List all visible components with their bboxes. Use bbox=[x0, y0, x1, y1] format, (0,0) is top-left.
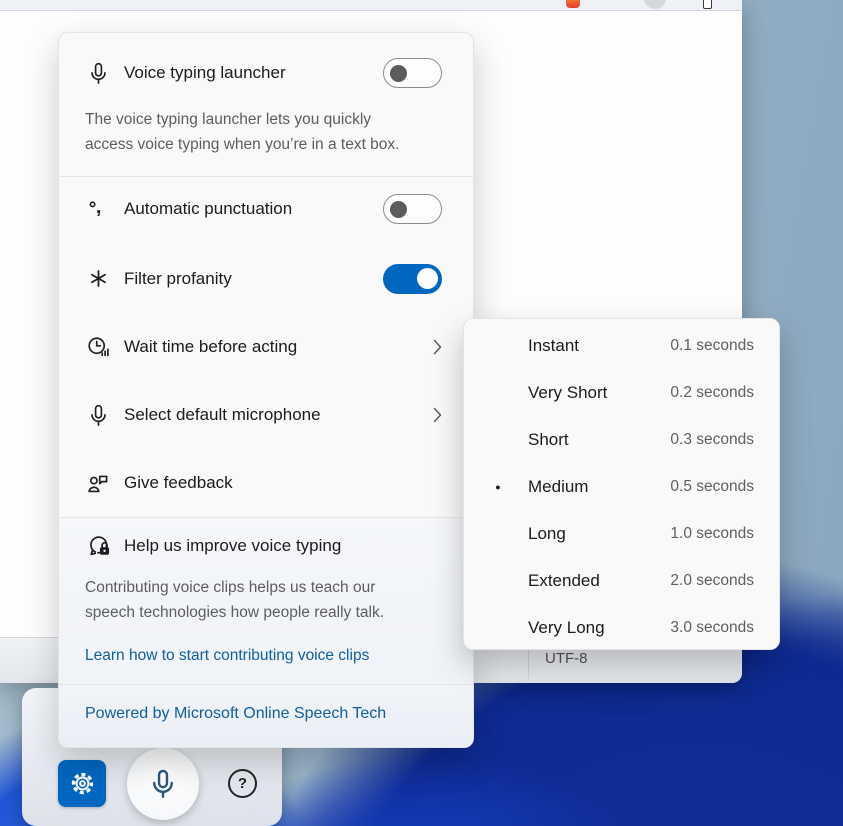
submenu-item-extended[interactable]: Extended 2.0 seconds bbox=[464, 557, 779, 604]
clock-wait-icon bbox=[85, 335, 112, 360]
submenu-item-value: 0.3 seconds bbox=[670, 431, 754, 449]
wait-time-label: Wait time before acting bbox=[124, 337, 297, 357]
toggle-knob bbox=[417, 268, 438, 289]
submenu-item-very-long[interactable]: Very Long 3.0 seconds bbox=[464, 604, 779, 651]
give-feedback-label: Give feedback bbox=[124, 473, 233, 493]
submenu-item-value: 0.2 seconds bbox=[670, 384, 754, 402]
screen: UTF-8 ? bbox=[0, 0, 843, 826]
help-improve-label: Help us improve voice typing bbox=[124, 536, 341, 556]
row-voice-typing-launcher[interactable]: Voice typing launcher bbox=[59, 45, 473, 101]
submenu-item-label: Very Short bbox=[528, 383, 607, 403]
submenu-item-very-short[interactable]: Very Short 0.2 seconds bbox=[464, 369, 779, 416]
launcher-description: The voice typing launcher lets you quick… bbox=[85, 108, 417, 157]
launcher-toggle[interactable] bbox=[383, 58, 442, 88]
filter-profanity-label: Filter profanity bbox=[124, 269, 232, 289]
row-automatic-punctuation[interactable]: , Automatic punctuation bbox=[59, 179, 473, 239]
microphone-icon bbox=[85, 403, 112, 428]
powered-by-link[interactable]: Powered by Microsoft Online Speech Tech bbox=[85, 705, 386, 723]
submenu-item-long[interactable]: Long 1.0 seconds bbox=[464, 510, 779, 557]
encoding-label: UTF-8 bbox=[545, 650, 588, 667]
voice-typing-mic-button[interactable] bbox=[127, 748, 199, 820]
submenu-item-value: 1.0 seconds bbox=[670, 525, 754, 543]
microphone-icon bbox=[146, 767, 180, 801]
filter-profanity-toggle[interactable] bbox=[383, 264, 442, 294]
row-wait-time[interactable]: Wait time before acting bbox=[59, 317, 473, 377]
submenu-item-value: 0.1 seconds bbox=[670, 337, 754, 355]
submenu-item-short[interactable]: Short 0.3 seconds bbox=[464, 416, 779, 463]
wait-time-submenu: Instant 0.1 seconds Very Short 0.2 secon… bbox=[463, 318, 780, 650]
row-give-feedback[interactable]: Give feedback bbox=[59, 453, 473, 513]
submenu-item-label: Short bbox=[528, 430, 569, 450]
submenu-item-instant[interactable]: Instant 0.1 seconds bbox=[464, 322, 779, 369]
toolbar-menu-icon[interactable] bbox=[703, 0, 712, 9]
select-microphone-label: Select default microphone bbox=[124, 405, 321, 425]
automatic-punctuation-toggle[interactable] bbox=[383, 194, 442, 224]
help-button[interactable]: ? bbox=[228, 769, 257, 798]
avatar[interactable] bbox=[644, 0, 666, 9]
selected-bullet: ● bbox=[490, 482, 506, 492]
submenu-item-label: Medium bbox=[528, 477, 588, 497]
microphone-icon bbox=[85, 61, 112, 86]
submenu-item-label: Instant bbox=[528, 336, 579, 356]
submenu-item-label: Long bbox=[528, 524, 566, 544]
asterisk-icon bbox=[85, 267, 112, 292]
row-select-microphone[interactable]: Select default microphone bbox=[59, 385, 473, 445]
row-filter-profanity[interactable]: Filter profanity bbox=[59, 249, 473, 309]
speech-lock-icon bbox=[85, 533, 112, 559]
voice-typing-settings-popup: Voice typing launcher The voice typing l… bbox=[58, 32, 474, 748]
automatic-punctuation-label: Automatic punctuation bbox=[124, 199, 292, 219]
row-help-improve[interactable]: Help us improve voice typing bbox=[59, 520, 473, 572]
submenu-item-label: Extended bbox=[528, 571, 600, 591]
submenu-item-value: 3.0 seconds bbox=[670, 619, 754, 637]
submenu-item-value: 0.5 seconds bbox=[670, 478, 754, 496]
extension-icon[interactable] bbox=[566, 0, 580, 8]
section-divider bbox=[59, 176, 473, 177]
submenu-item-label: Very Long bbox=[528, 618, 605, 638]
toggle-knob bbox=[390, 65, 407, 82]
feedback-person-icon bbox=[85, 471, 112, 496]
submenu-item-medium[interactable]: ● Medium 0.5 seconds bbox=[464, 463, 779, 510]
punctuation-icon: , bbox=[85, 197, 112, 222]
launcher-label: Voice typing launcher bbox=[124, 63, 286, 83]
chevron-right-icon bbox=[433, 407, 442, 423]
settings-gear-button[interactable] bbox=[58, 760, 106, 807]
browser-toolbar bbox=[0, 0, 742, 11]
svg-text:,: , bbox=[96, 197, 102, 218]
improve-description: Contributing voice clips helps us teach … bbox=[85, 576, 417, 625]
submenu-item-value: 2.0 seconds bbox=[670, 572, 754, 590]
toggle-knob bbox=[390, 201, 407, 218]
question-icon: ? bbox=[238, 775, 247, 792]
gear-icon bbox=[69, 770, 96, 797]
learn-voice-clips-link[interactable]: Learn how to start contributing voice cl… bbox=[85, 647, 369, 665]
chevron-right-icon bbox=[433, 339, 442, 355]
